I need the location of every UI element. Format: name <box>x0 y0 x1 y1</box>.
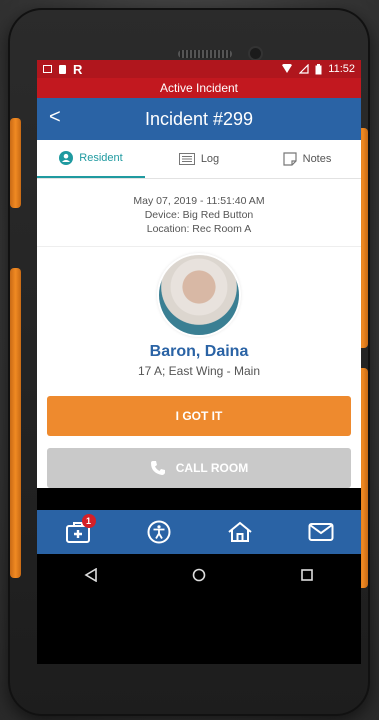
incident-count-badge: 1 <box>81 514 96 528</box>
call-room-button[interactable]: CALL ROOM <box>47 448 351 488</box>
title-bar: < Incident #299 <box>37 98 361 140</box>
i-got-it-button[interactable]: I GOT IT <box>47 396 351 436</box>
nav-mail[interactable] <box>307 518 335 546</box>
tab-notes[interactable]: Notes <box>253 140 361 178</box>
bumper-left <box>10 268 21 578</box>
incident-device: Device: Big Red Button <box>144 209 254 221</box>
log-icon <box>178 153 195 165</box>
nav-accessibility[interactable] <box>145 518 173 546</box>
tab-log[interactable]: Log <box>145 140 253 178</box>
tab-bar: Resident Log Notes <box>37 140 361 179</box>
resident-name: Baron, Daina <box>149 343 249 360</box>
tab-log-label: Log <box>200 153 220 165</box>
notes-icon <box>283 152 297 166</box>
app-logo: R <box>73 61 83 77</box>
tab-notes-label: Notes <box>302 153 332 165</box>
resident-avatar <box>159 255 239 335</box>
android-nav-bar <box>37 554 361 596</box>
incident-datetime: May 07, 2019 - 11:51:40 AM <box>133 195 265 207</box>
tab-resident-label: Resident <box>79 152 123 164</box>
phone-speaker <box>178 50 232 58</box>
tab-resident[interactable]: Resident <box>37 140 145 178</box>
status-bar: R 11:52 <box>37 60 361 78</box>
android-recents-icon[interactable] <box>300 568 314 582</box>
resident-room: 17 A; East Wing - Main <box>137 364 261 378</box>
signal-icon <box>299 64 309 74</box>
active-incident-banner: Active Incident <box>37 78 361 98</box>
incident-details: May 07, 2019 - 11:51:40 AM Device: Big R… <box>37 179 361 247</box>
action-area: I GOT IT CALL ROOM <box>37 388 361 488</box>
phone-icon <box>150 461 165 475</box>
call-room-label: CALL ROOM <box>175 461 249 475</box>
notification-icon <box>43 65 52 73</box>
wifi-icon <box>282 64 293 73</box>
back-button[interactable]: < <box>49 106 61 129</box>
android-back-icon[interactable] <box>84 568 98 582</box>
nav-home[interactable] <box>226 518 254 546</box>
android-home-icon[interactable] <box>192 568 206 582</box>
nav-incidents[interactable]: 1 <box>64 514 96 546</box>
bottom-nav: 1 <box>37 510 361 554</box>
page-title: Incident #299 <box>144 108 254 129</box>
home-icon <box>227 521 252 542</box>
accessibility-icon <box>147 520 170 544</box>
app-screen: R 11:52 Active Incident < Incident #299 … <box>37 60 361 664</box>
bumper-left-top <box>10 118 21 208</box>
resident-profile: Baron, Daina 17 A; East Wing - Main <box>37 247 361 388</box>
incident-location: Location: Rec Room A <box>146 223 252 235</box>
person-circle-icon <box>59 151 74 165</box>
status-time: 11:52 <box>328 63 355 75</box>
battery-icon <box>315 63 322 74</box>
phone-camera <box>250 48 261 59</box>
lock-icon <box>59 64 66 74</box>
i-got-it-label: I GOT IT <box>175 409 223 423</box>
mail-icon <box>308 523 333 541</box>
